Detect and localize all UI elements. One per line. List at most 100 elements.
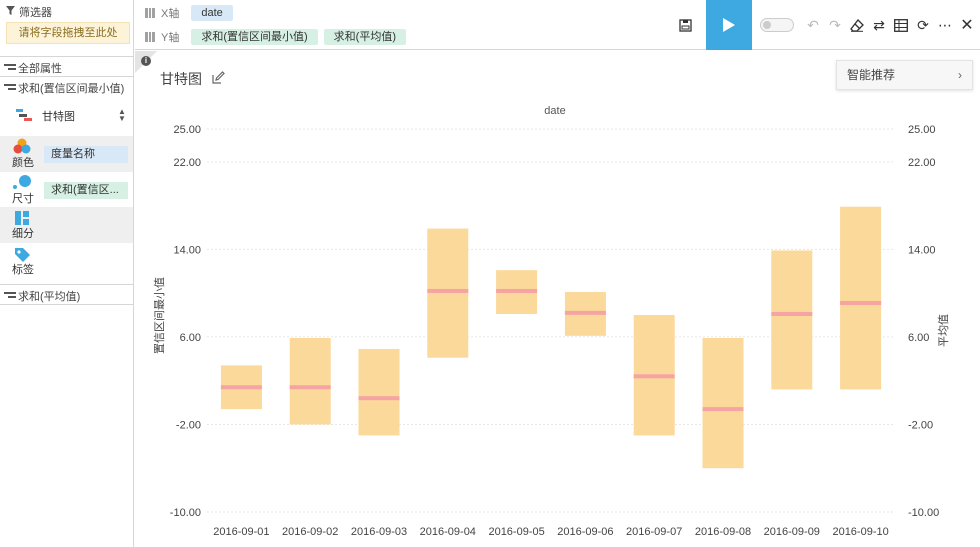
measure-icon	[4, 84, 16, 92]
y-tick-label: 14.00	[173, 244, 201, 256]
x-field-pill[interactable]: date	[191, 5, 233, 21]
mean-marker[interactable]	[427, 288, 469, 293]
color-field-pill[interactable]: 度量名称	[44, 146, 128, 163]
gantt-bar[interactable]	[358, 348, 400, 436]
mean-marker[interactable]	[702, 407, 744, 412]
toolbar: ↶ ↷ ⇄ ⟳ ⋯ ✕	[674, 0, 980, 50]
undo-icon[interactable]: ↶	[802, 14, 824, 36]
y-tick-label: 25.00	[173, 124, 201, 136]
redo-icon[interactable]: ↷	[824, 14, 846, 36]
divider	[0, 304, 134, 305]
filter-icon	[6, 6, 15, 18]
properties-icon	[4, 64, 16, 72]
left-panel: 筛选器 请将字段拖拽至此处 全部属性 求和(置信区间最小值) 甘特图 ▲ ▼ 颜色…	[0, 0, 134, 547]
gantt-bar[interactable]	[840, 206, 882, 390]
chart-type-select[interactable]: 甘特图 ▲ ▼	[16, 108, 126, 124]
y-tick-label: 6.00	[180, 332, 201, 344]
x-tick-label: 2016-09-07	[626, 526, 682, 538]
divider	[0, 284, 134, 285]
columns-icon	[145, 8, 155, 18]
y2-tick-label: 25.00	[908, 124, 936, 136]
y2-tick-label: 6.00	[908, 332, 929, 344]
detail-label: 细分	[12, 228, 34, 240]
chart-area: i 甘特图 智能推荐 › date 25.00 25.00 22.00 22.00 14…	[135, 51, 980, 547]
gantt-bar[interactable]	[771, 250, 813, 390]
y2-axis-title: 平均值	[937, 314, 950, 347]
y2-tick-label: 14.00	[908, 244, 936, 256]
mean-marker[interactable]	[771, 311, 813, 316]
measure-row-mean[interactable]: 求和(平均值)	[4, 288, 80, 304]
mark-color[interactable]: 颜色 度量名称	[0, 136, 133, 172]
x-tick-label: 2016-09-06	[557, 526, 613, 538]
bars-group	[220, 206, 882, 469]
x-tick-label: 2016-09-05	[488, 526, 544, 538]
swap-axes-icon[interactable]: ⇄	[868, 14, 890, 36]
divider	[0, 76, 134, 77]
chart-type-label: 甘特图	[42, 111, 75, 123]
measure-icon	[4, 292, 16, 300]
x-axis-shelf[interactable]: X轴 date	[145, 3, 233, 23]
measure-min-label: 求和(置信区间最小值)	[18, 83, 125, 95]
x-tick-label: 2016-09-01	[213, 526, 269, 538]
y-tick-label: 22.00	[173, 157, 201, 169]
rows-icon	[145, 32, 155, 42]
mark-tag[interactable]: 标签	[0, 243, 133, 279]
y-tick-label: -10.00	[170, 507, 201, 519]
more-icon[interactable]: ⋯	[934, 14, 956, 36]
gantt-icon	[16, 108, 32, 124]
all-properties-label: 全部属性	[18, 63, 62, 75]
divider	[0, 56, 134, 57]
filter-header: 筛选器	[6, 4, 52, 20]
run-button[interactable]	[706, 0, 752, 50]
size-label: 尺寸	[12, 193, 34, 205]
filter-drop-zone[interactable]: 请将字段拖拽至此处	[6, 22, 130, 44]
mark-detail[interactable]: 细分	[0, 207, 133, 243]
measure-mean-label: 求和(平均值)	[18, 291, 81, 303]
gantt-bar[interactable]	[289, 338, 331, 425]
y-axis-title: 置信区间最小值	[153, 277, 166, 354]
x-tick-label: 2016-09-02	[282, 526, 338, 538]
measure-row-min[interactable]: 求和(置信区间最小值)	[4, 80, 124, 96]
mean-marker[interactable]	[289, 385, 331, 390]
mean-marker[interactable]	[220, 385, 262, 390]
y-tick-label: -2.00	[176, 419, 201, 431]
all-properties-row[interactable]: 全部属性	[4, 60, 62, 76]
x-axis-label: X轴	[161, 8, 180, 20]
mean-marker[interactable]	[633, 374, 675, 379]
mean-marker[interactable]	[840, 300, 882, 305]
y-axis-shelf[interactable]: Y轴 求和(置信区间最小值) 求和(平均值)	[145, 27, 406, 47]
x-tick-label: 2016-09-03	[351, 526, 407, 538]
x-tick-label: 2016-09-10	[832, 526, 888, 538]
y2-tick-label: 22.00	[908, 157, 936, 169]
x-tick-label: 2016-09-09	[764, 526, 820, 538]
y2-tick-label: -2.00	[908, 419, 933, 431]
close-icon[interactable]: ✕	[956, 14, 978, 36]
filter-title: 筛选器	[19, 7, 52, 19]
size-field-pill[interactable]: 求和(置信区...	[44, 182, 128, 199]
shelves-bar: X轴 date Y轴 求和(置信区间最小值) 求和(平均值) ↶ ↷ ⇄ ⟳ ⋯…	[135, 0, 980, 50]
mean-marker[interactable]	[496, 288, 538, 293]
tick-labels: 25.00 25.00 22.00 22.00 14.00 14.00 6.00 6.00 -2…	[170, 124, 939, 538]
gantt-bar[interactable]	[427, 228, 469, 358]
gantt-bar[interactable]	[702, 338, 744, 469]
mean-marker[interactable]	[564, 310, 606, 315]
select-arrows-icon: ▲ ▼	[118, 107, 126, 123]
save-icon[interactable]	[674, 14, 696, 36]
play-icon	[723, 18, 735, 32]
x-tick-label: 2016-09-08	[695, 526, 751, 538]
table-icon[interactable]	[890, 14, 912, 36]
y-field-pill-min[interactable]: 求和(置信区间最小值)	[191, 29, 318, 45]
y2-tick-label: -10.00	[908, 507, 939, 519]
color-label: 颜色	[12, 157, 34, 169]
tag-label: 标签	[12, 264, 34, 276]
eraser-icon[interactable]	[846, 14, 868, 36]
mean-marker[interactable]	[358, 396, 400, 401]
refresh-icon[interactable]: ⟳	[912, 14, 934, 36]
x-tick-label: 2016-09-04	[420, 526, 476, 538]
chart-axis-title: date	[544, 105, 565, 117]
mark-size[interactable]: 尺寸 求和(置信区...	[0, 172, 133, 208]
gantt-chart: date 25.00 25.00 22.00 22.00 14.00 14.00 6.00 6…	[153, 105, 950, 538]
y-field-pill-mean[interactable]: 求和(平均值)	[323, 29, 406, 45]
y-axis-label: Y轴	[161, 32, 180, 44]
auto-run-toggle[interactable]	[760, 18, 794, 32]
